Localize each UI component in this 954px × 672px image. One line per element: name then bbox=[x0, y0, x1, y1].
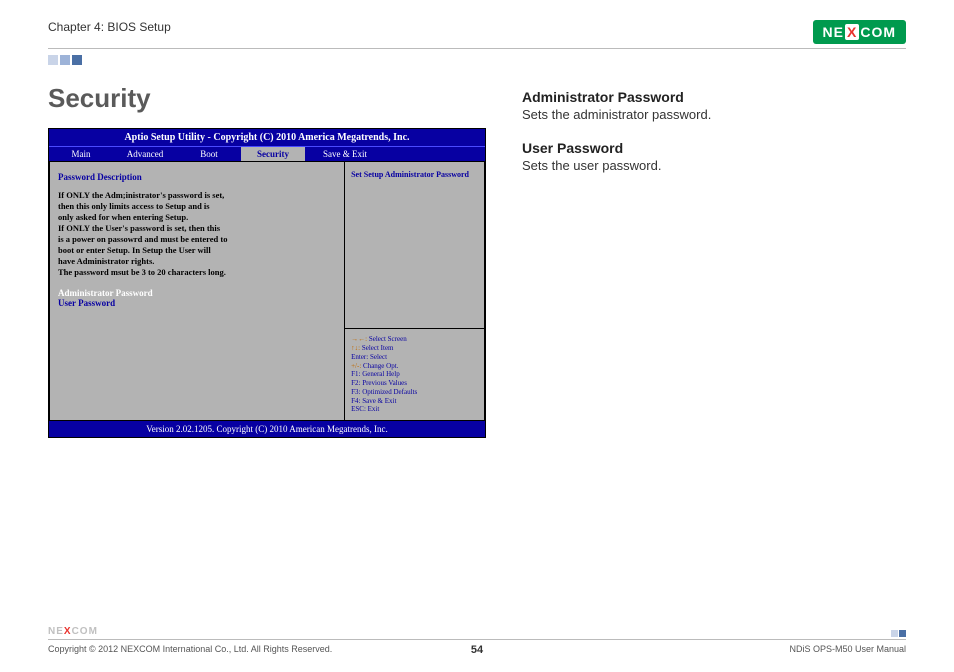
section-user-password-heading: User Password bbox=[522, 140, 906, 156]
logo-part-right: COM bbox=[860, 24, 896, 40]
bios-main-panel: Password Description If ONLY the Adm;ini… bbox=[50, 162, 345, 420]
bios-desc-line: is a power on passowrd and must be enter… bbox=[58, 234, 336, 245]
bios-desc-line: have Administrator rights. bbox=[58, 256, 336, 267]
bios-key-legend: →←: Select Screen ↑↓: Select Item Enter:… bbox=[345, 328, 484, 420]
bios-password-desc-heading: Password Description bbox=[58, 172, 336, 182]
footer-nexcom-logo: NEXCOM bbox=[48, 626, 98, 637]
nexcom-logo: NEXCOM bbox=[813, 20, 906, 44]
bios-item-admin-password[interactable]: Administrator Password bbox=[58, 288, 336, 298]
page-number: 54 bbox=[48, 644, 906, 656]
bios-tab-advanced[interactable]: Advanced bbox=[113, 147, 177, 161]
bios-desc-line: boot or enter Setup. In Setup the User w… bbox=[58, 245, 336, 256]
page-title: Security bbox=[48, 83, 486, 114]
bios-desc-line: then this only limits access to Setup an… bbox=[58, 201, 336, 212]
logo-part-left: NE bbox=[823, 24, 844, 40]
bios-item-user-password[interactable]: User Password bbox=[58, 298, 336, 308]
bios-footer: Version 2.02.1205. Copyright (C) 2010 Am… bbox=[49, 421, 485, 437]
bios-desc-line: The password msut be 3 to 20 characters … bbox=[58, 267, 336, 278]
bios-tab-security[interactable]: Security bbox=[241, 147, 305, 161]
logo-part-x: X bbox=[845, 24, 859, 40]
bios-desc-line: If ONLY the Adm;inistrator's password is… bbox=[58, 190, 336, 201]
section-admin-password-heading: Administrator Password bbox=[522, 89, 906, 105]
decorative-squares bbox=[48, 55, 906, 65]
section-admin-password-body: Sets the administrator password. bbox=[522, 107, 906, 122]
bios-tab-main[interactable]: Main bbox=[49, 147, 113, 161]
bios-titlebar: Aptio Setup Utility - Copyright (C) 2010… bbox=[49, 129, 485, 146]
bios-tab-boot[interactable]: Boot bbox=[177, 147, 241, 161]
bios-help-text: Set Setup Administrator Password bbox=[345, 162, 484, 328]
section-user-password-body: Sets the user password. bbox=[522, 158, 906, 173]
bios-desc-line: If ONLY the User's password is set, then… bbox=[58, 223, 336, 234]
chapter-label: Chapter 4: BIOS Setup bbox=[48, 20, 171, 34]
bios-tab-saveexit[interactable]: Save & Exit bbox=[305, 147, 385, 161]
bios-tab-row: Main Advanced Boot Security Save & Exit bbox=[49, 146, 485, 161]
footer-decorative-squares bbox=[891, 630, 906, 637]
bios-desc-line: only asked for when entering Setup. bbox=[58, 212, 336, 223]
bios-screenshot: Aptio Setup Utility - Copyright (C) 2010… bbox=[48, 128, 486, 438]
